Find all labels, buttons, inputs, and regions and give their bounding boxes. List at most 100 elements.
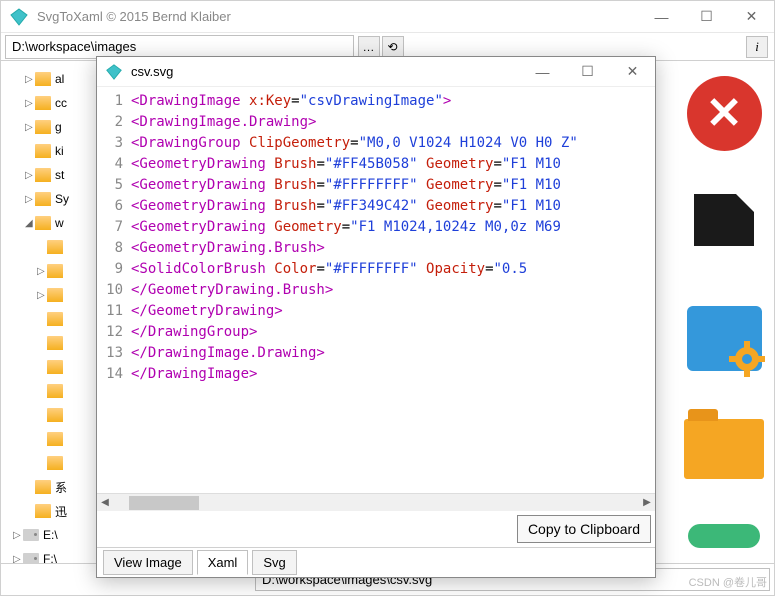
tree-item-label: F:\: [43, 552, 57, 563]
folder-icon: [35, 120, 51, 134]
folder-icon[interactable]: [679, 401, 769, 496]
tree-folder-item[interactable]: ▷ st: [3, 163, 98, 187]
tree-folder-item[interactable]: ki: [3, 139, 98, 163]
tree-folder-item[interactable]: [3, 403, 98, 427]
tree-folder-item[interactable]: ▷ cc: [3, 91, 98, 115]
tree-folder-item[interactable]: 迅: [3, 499, 98, 523]
copy-row: Copy to Clipboard: [97, 511, 655, 547]
line-numbers: 1234567891011121314: [97, 87, 129, 493]
browse-button[interactable]: …: [358, 36, 380, 58]
folder-icon: [35, 168, 51, 182]
tree-folder-item[interactable]: [3, 379, 98, 403]
tree-folder-item[interactable]: 系: [3, 475, 98, 499]
close-button[interactable]: ✕: [729, 1, 774, 32]
info-button[interactable]: i: [746, 36, 768, 58]
folder-icon: [47, 360, 63, 374]
code-content[interactable]: <DrawingImage x:Key="csvDrawingImage"> <…: [129, 87, 655, 493]
drive-icon: [23, 529, 39, 541]
tree-item-label: w: [55, 216, 64, 230]
tree-folder-item[interactable]: ◢w: [3, 211, 98, 235]
sub-minimize-button[interactable]: —: [520, 57, 565, 86]
tree-item-label: cc: [55, 96, 67, 110]
copy-to-clipboard-button[interactable]: Copy to Clipboard: [517, 515, 651, 543]
sub-title: csv.svg: [131, 64, 520, 79]
error-icon[interactable]: ✕: [679, 66, 769, 161]
window-controls: — ☐ ✕: [639, 1, 774, 32]
tree-item-label: 系: [55, 479, 67, 496]
green-pill-icon[interactable]: [679, 511, 769, 561]
tree-item-label: g: [55, 120, 62, 134]
watermark: CSDN @卷儿哥: [689, 574, 767, 590]
tab-row: View ImageXamlSvg: [97, 547, 655, 577]
folder-icon: [35, 192, 51, 206]
sub-titlebar: csv.svg — ☐ ✕: [97, 57, 655, 87]
minimize-button[interactable]: —: [639, 1, 684, 32]
scroll-left-arrow[interactable]: ◀: [97, 497, 113, 508]
main-titlebar: SvgToXaml © 2015 Bernd Klaiber — ☐ ✕: [1, 1, 774, 33]
settings-icon[interactable]: [679, 291, 769, 386]
folder-icon: [47, 432, 63, 446]
tree-folder-item[interactable]: ▷: [3, 259, 98, 283]
tree-folder-item[interactable]: ▷g: [3, 115, 98, 139]
tree-panel[interactable]: ▷al▷cc▷gki▷st▷Sy◢w▷▷系迅▷E:\▷F:\: [1, 61, 101, 563]
expand-arrow[interactable]: ▷: [13, 554, 23, 564]
folder-icon: [47, 264, 63, 278]
tree-folder-item[interactable]: [3, 427, 98, 451]
tree-folder-item[interactable]: [3, 307, 98, 331]
code-viewer-window: csv.svg — ☐ ✕ 1234567891011121314 <Drawi…: [96, 56, 656, 578]
tree-folder-item[interactable]: [3, 451, 98, 475]
tree-item-label: ki: [55, 144, 64, 158]
expand-arrow[interactable]: ▷: [25, 194, 35, 205]
sub-maximize-button[interactable]: ☐: [565, 57, 610, 86]
folder-icon: [47, 408, 63, 422]
expand-arrow[interactable]: ▷: [25, 98, 35, 109]
tree-item-label: Sy: [55, 192, 69, 206]
main-title: SvgToXaml © 2015 Bernd Klaiber: [37, 9, 639, 24]
folder-icon: [35, 96, 51, 110]
scroll-right-arrow[interactable]: ▶: [639, 497, 655, 508]
path-input[interactable]: [5, 35, 354, 59]
folder-icon: [47, 288, 63, 302]
diamond-icon: [105, 63, 123, 81]
folder-icon: [47, 384, 63, 398]
tree-item-label: al: [55, 72, 64, 86]
tab-xaml[interactable]: Xaml: [197, 550, 249, 575]
diamond-icon: [9, 7, 29, 27]
folder-icon: [35, 480, 51, 494]
folder-icon: [47, 336, 63, 350]
tree-item-label: st: [55, 168, 64, 182]
folder-icon: [35, 72, 51, 86]
tree-folder-item[interactable]: [3, 235, 98, 259]
scrollbar-thumb[interactable]: [129, 496, 199, 510]
tree-drive-item[interactable]: ▷ E:\: [3, 523, 98, 547]
refresh-button[interactable]: ⟲: [382, 36, 404, 58]
expand-arrow[interactable]: ▷: [25, 122, 35, 133]
expand-arrow[interactable]: ▷: [13, 530, 23, 541]
expand-arrow[interactable]: ◢: [25, 218, 35, 229]
tree-folder-item[interactable]: ▷ al: [3, 67, 98, 91]
sub-close-button[interactable]: ✕: [610, 57, 655, 86]
folder-icon: [47, 240, 63, 254]
expand-arrow[interactable]: ▷: [25, 170, 35, 181]
horizontal-scrollbar[interactable]: ◀ ▶: [97, 493, 655, 511]
maximize-button[interactable]: ☐: [684, 1, 729, 32]
expand-arrow[interactable]: ▷: [37, 266, 47, 277]
expand-arrow[interactable]: ▷: [25, 74, 35, 85]
folder-icon: [35, 216, 51, 230]
code-editor[interactable]: 1234567891011121314 <DrawingImage x:Key=…: [97, 87, 655, 493]
tree-folder-item[interactable]: ▷ Sy: [3, 187, 98, 211]
tree-item-label: E:\: [43, 528, 58, 542]
folder-icon: [35, 504, 51, 518]
tree-drive-item[interactable]: ▷ F:\: [3, 547, 98, 563]
tab-view-image[interactable]: View Image: [103, 550, 193, 575]
folder-icon: [47, 312, 63, 326]
file-icon[interactable]: [679, 181, 769, 276]
folder-icon: [35, 144, 51, 158]
tab-svg[interactable]: Svg: [252, 550, 296, 575]
folder-icon: [47, 456, 63, 470]
tree-folder-item[interactable]: ▷: [3, 283, 98, 307]
tree-folder-item[interactable]: [3, 331, 98, 355]
tree-item-label: 迅: [55, 503, 67, 520]
expand-arrow[interactable]: ▷: [37, 290, 47, 301]
tree-folder-item[interactable]: [3, 355, 98, 379]
